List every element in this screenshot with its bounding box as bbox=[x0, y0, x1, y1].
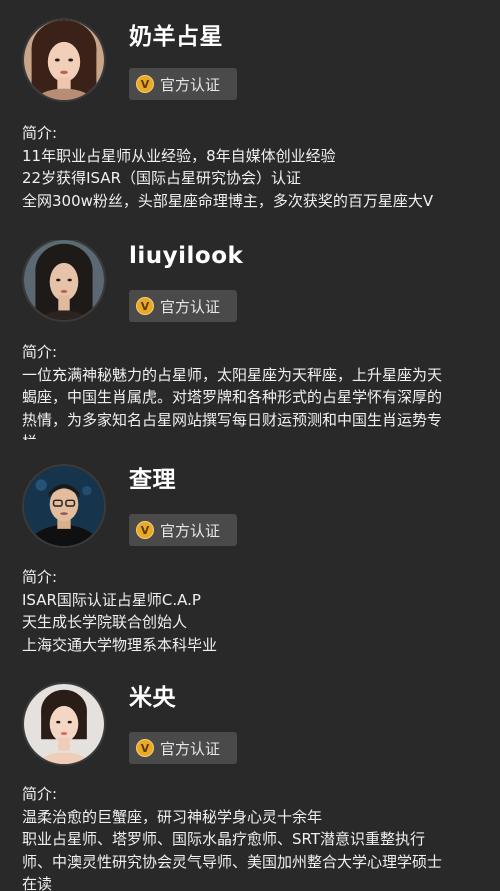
bio-line: 全网300w粉丝，头部星座命理博主，多次获奖的百万星座大V bbox=[22, 191, 434, 210]
bio-line: 温柔治愈的巨蟹座，研习神秘学身心灵十余年 bbox=[22, 807, 323, 826]
badge-label: 官方认证 bbox=[160, 75, 221, 94]
bio-line: 11年职业占星师从业经验，8年自媒体创业经验 bbox=[22, 146, 336, 165]
bio-line: 22岁获得ISAR（国际占星研究协会）认证 bbox=[22, 169, 301, 187]
astrologer-card[interactable]: 奶羊占星 V 官方认证 简介: 11年职业占星师从业经验，8年自媒体创业经验 2… bbox=[0, 18, 500, 218]
bio-title: 简介: bbox=[22, 343, 58, 361]
verified-icon: V bbox=[136, 739, 154, 757]
astrologer-card[interactable]: 米央 V 官方认证 简介: 温柔治愈的巨蟹座，研习神秘学身心灵十余年 职业占星师… bbox=[0, 682, 500, 891]
astrologer-name: liuyilook bbox=[129, 243, 244, 269]
bio: 简介: 温柔治愈的巨蟹座，研习神秘学身心灵十余年 职业占星师、塔罗师、国际水晶疗… bbox=[22, 783, 480, 891]
verified-icon: V bbox=[136, 521, 154, 539]
avatar[interactable] bbox=[22, 682, 106, 766]
astrologer-list: 奶羊占星 V 官方认证 简介: 11年职业占星师从业经验，8年自媒体创业经验 2… bbox=[0, 0, 500, 891]
bio-title: 简介: bbox=[22, 124, 58, 142]
avatar[interactable] bbox=[22, 18, 106, 102]
astrologer-name: 查理 bbox=[129, 467, 176, 493]
bio: 简介: 11年职业占星师从业经验，8年自媒体创业经验 22岁获得ISAR（国际占… bbox=[22, 122, 480, 212]
verified-icon: V bbox=[136, 297, 154, 315]
avatar[interactable] bbox=[22, 464, 106, 548]
astrologer-name: 米央 bbox=[129, 685, 176, 711]
astrologer-card[interactable]: liuyilook V 官方认证 简介: 一位充满神秘魅力的占星师，太阳星座为天… bbox=[0, 240, 500, 440]
bio-line: 一位充满神秘魅力的占星师，太阳星座为天秤座，上升星座为天 bbox=[22, 365, 443, 384]
bio-line: 蝎座，中国生肖属虎。对塔罗牌和各种形式的占星学怀有深厚的 bbox=[22, 388, 443, 406]
bio-line: 天生成长学院联合创始人 bbox=[22, 613, 188, 631]
bio-line: 在读 bbox=[22, 875, 53, 891]
verified-badge: V 官方认证 bbox=[129, 732, 237, 764]
bio-line: 热情，为多家知名占星网站撰写每日财运预测和中国生肖运势专 bbox=[22, 410, 443, 429]
bio: 简介: 一位充满神秘魅力的占星师，太阳星座为天秤座，上升星座为天 蝎座，中国生肖… bbox=[22, 341, 480, 440]
verified-icon: V bbox=[136, 75, 154, 93]
badge-label: 官方认证 bbox=[160, 739, 221, 758]
bio-title: 简介: bbox=[22, 785, 58, 803]
bio-line: 职业占星师、塔罗师、国际水晶疗愈师、SRT潜意识重整执行 bbox=[22, 830, 426, 848]
bio: 简介: ISAR国际认证占星师C.A.P 天生成长学院联合创始人 上海交通大学物… bbox=[22, 566, 480, 656]
bio-line: ISAR国际认证占星师C.A.P bbox=[22, 590, 201, 609]
verified-badge: V 官方认证 bbox=[129, 68, 237, 100]
bio-line: 栏 bbox=[22, 431, 480, 440]
astrologer-card[interactable]: 查理 V 官方认证 简介: ISAR国际认证占星师C.A.P 天生成长学院联合创… bbox=[0, 464, 500, 664]
bio-line: 师、中澳灵性研究协会灵气导师、美国加州整合大学心理学硕士 bbox=[22, 852, 443, 871]
bio-line: 上海交通大学物理系本科毕业 bbox=[22, 635, 218, 654]
avatar[interactable] bbox=[22, 240, 106, 322]
bio-title: 简介: bbox=[22, 568, 58, 586]
verified-badge: V 官方认证 bbox=[129, 514, 237, 546]
badge-label: 官方认证 bbox=[160, 521, 221, 540]
badge-label: 官方认证 bbox=[160, 297, 221, 316]
verified-badge: V 官方认证 bbox=[129, 290, 237, 322]
astrologer-name: 奶羊占星 bbox=[129, 24, 223, 50]
